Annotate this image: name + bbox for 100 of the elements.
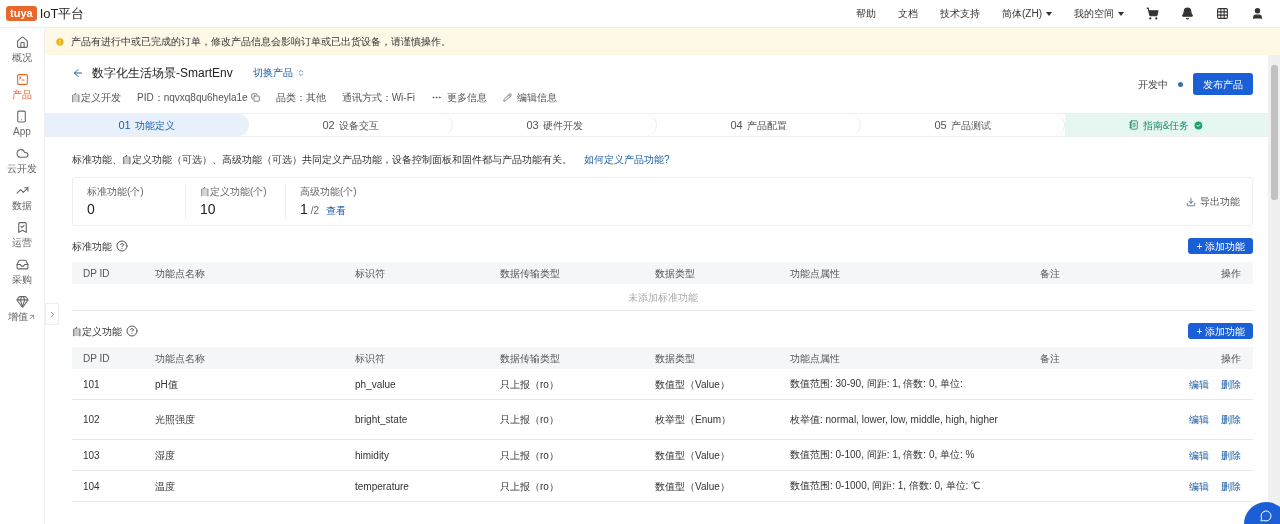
more-info-link[interactable]: 更多信息 [430,89,487,105]
stat-label: 标准功能(个) [87,184,145,199]
column-header: 标识符 [355,267,385,279]
inbox-icon[interactable] [15,258,29,271]
sidebar-item[interactable]: 增值 [8,311,28,323]
gem-icon[interactable] [15,295,29,308]
bookmark-icon[interactable] [15,221,29,234]
sidebar-item[interactable]: 数据 [12,200,32,212]
view-link[interactable]: 查看 [326,202,347,218]
column-header: 数据传输类型 [500,267,560,279]
column-header: 标识符 [355,352,385,364]
column-header: 数据类型 [655,352,695,364]
table-cell: 数值范围: 0-100, 间距: 1, 倍数: 0, 单位: % [790,449,975,460]
help-link[interactable]: 如何定义产品功能? [584,152,670,167]
notice-bar: 产品有进行中或已完成的订单，修改产品信息会影响订单或已出货设备，请谨慎操作。 [45,28,1280,55]
edit-link[interactable]: 编辑 [1189,447,1209,463]
column-header: 功能点属性 [790,267,840,279]
table-cell: 数值范围: 0-1000, 间距: 1, 倍数: 0, 单位: ℃ [790,480,981,491]
edit-link[interactable]: 编辑 [1189,376,1209,392]
publish-button[interactable]: 发布产品 [1193,73,1253,95]
column-header: 备注 [1040,267,1060,279]
export-button[interactable]: 导出功能 [1186,194,1240,209]
delete-link[interactable]: 删除 [1221,478,1241,494]
table-cell: 光照强度 [155,414,195,425]
stat-value: 0 [87,199,95,219]
table-cell: ph_value [355,378,396,390]
stat-value: 10 [200,199,216,219]
sidebar-item[interactable]: 产品 [12,89,32,101]
edit-link[interactable]: 编辑 [1189,478,1209,494]
table-cell: bright_state [355,414,408,425]
column-header: 操作 [1221,352,1241,364]
apps-grid-icon[interactable] [1216,7,1229,20]
scrollbar-thumb[interactable] [1270,65,1278,200]
add-function-button[interactable]: + 添加功能 [1188,238,1253,254]
help-icon[interactable] [116,240,128,252]
table-cell: 数值型（Value） [655,449,730,461]
product-name: 数字化生活场景-SmartEnv [92,64,233,82]
table-cell: 只上报（ro） [500,480,559,492]
sidebar-item[interactable]: App [13,126,31,138]
nav-link[interactable]: 帮助 [856,6,876,21]
sort-caret-icon [296,68,305,77]
table-cell: 数值型（Value） [655,480,730,492]
table-cell: 101 [83,378,100,390]
collapse-toggle[interactable] [45,303,59,325]
cloud-icon[interactable] [15,147,29,160]
add-function-button[interactable]: + 添加功能 [1188,323,1253,339]
chart-icon[interactable] [15,184,29,197]
phone-icon[interactable] [15,110,29,123]
bell-icon[interactable] [1181,7,1194,20]
table-cell: 数值范围: 30-90, 间距: 1, 倍数: 0, 单位: [790,378,963,389]
empty-message: 未添加标准功能 [627,290,698,305]
nav-link[interactable]: 我的空间 [1074,6,1114,21]
status-text: 开发中 [1138,77,1168,92]
sidebar-item[interactable]: 概况 [12,52,32,64]
pencil-icon [502,92,512,102]
delete-link[interactable]: 删除 [1221,447,1241,463]
cart-icon[interactable] [1146,7,1159,20]
pid-text: PID：nqvxq8qu6heyla1e [137,90,248,105]
sidebar-item[interactable]: 采购 [12,274,32,286]
table-cell: 102 [83,414,100,425]
column-header: DP ID [83,352,110,364]
table-cell: 只上报（ro） [500,414,559,425]
delete-link[interactable]: 删除 [1221,376,1241,392]
table-cell: 枚举型（Enum） [655,414,732,425]
column-header: 操作 [1221,267,1241,279]
sidebar-item[interactable]: 运营 [12,237,32,249]
guide-tab[interactable]: 指南&任务 [1065,114,1268,136]
download-icon [1186,196,1196,207]
table-cell: himidity [355,449,389,461]
help-icon[interactable] [126,325,138,337]
nav-link[interactable]: 文档 [898,6,918,21]
table-cell: 104 [83,480,100,492]
table-cell: 温度 [155,480,175,492]
brand-title: IoT平台 [39,4,85,23]
table-cell: 湿度 [155,449,175,461]
column-header: 功能点名称 [155,267,205,279]
section-title: 标准功能 [72,239,112,254]
table-cell: 只上报（ro） [500,378,559,390]
switch-product-button[interactable]: 切换产品 [252,65,305,80]
column-header: DP ID [83,267,110,279]
chat-icon [1260,510,1272,522]
table-cell: 枚举值: normal, lower, low, middle, high, higher [790,413,998,425]
step-tab[interactable]: 01 功能定义 [45,114,249,136]
delete-link[interactable]: 删除 [1221,412,1241,427]
meta-text: 通讯方式：Wi-Fi [341,90,415,105]
terminal-icon[interactable] [15,73,29,86]
copy-icon[interactable] [250,92,260,102]
user-icon[interactable] [1251,7,1264,20]
nav-link[interactable]: 简体(ZH) [1002,6,1042,21]
column-header: 数据类型 [655,267,695,279]
nav-link[interactable]: 技术支持 [940,6,980,21]
table-cell: 数值型（Value） [655,378,730,390]
house-icon[interactable] [15,36,29,49]
edit-info-link[interactable]: 编辑信息 [502,89,557,105]
stat-label: 高级功能(个) [300,184,358,199]
edit-link[interactable]: 编辑 [1189,412,1209,427]
meta-text: 品类：其他 [275,90,326,105]
back-arrow-icon[interactable] [72,66,84,79]
sidebar-item[interactable]: 云开发 [7,163,37,175]
warning-icon [55,36,65,47]
